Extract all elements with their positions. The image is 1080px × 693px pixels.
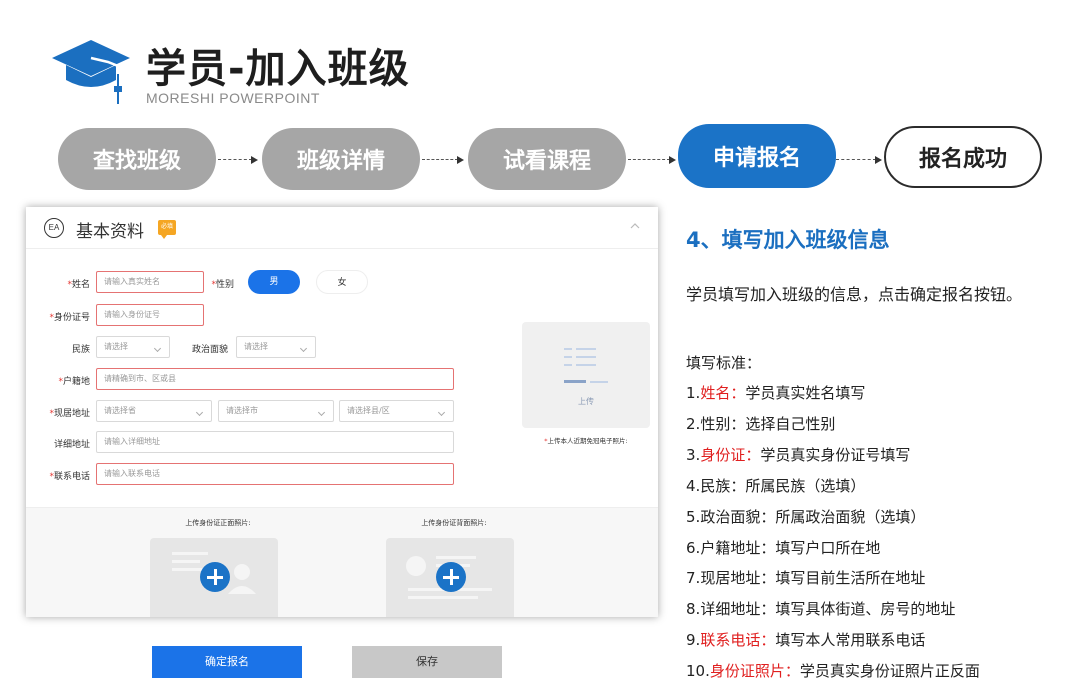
household-label: *户籍地: [58, 377, 90, 387]
chevron-up-icon[interactable]: [630, 221, 640, 231]
current-address-label: *现居地址: [49, 409, 90, 419]
political-status-label: 政治面貌: [191, 345, 228, 355]
graduation-cap-icon: [52, 40, 130, 104]
detail-address-input[interactable]: 请输入详细地址: [96, 431, 454, 453]
submit-registration-button[interactable]: 确定报名: [152, 646, 302, 678]
standard-item: 2.性别：选择自己性别: [686, 414, 836, 433]
standard-item: 9.联系电话：填写本人常用联系电话: [686, 631, 926, 650]
phone-label: *联系电话: [49, 472, 90, 482]
photo-upload-box[interactable]: 上传: [522, 322, 650, 428]
standard-item: 5.政治面貌：所属政治面貌（选填）: [686, 507, 926, 526]
add-icon: [200, 562, 230, 592]
district-select[interactable]: 请选择县/区: [339, 400, 454, 422]
gender-male-option[interactable]: 男: [248, 270, 300, 294]
section-title: 基本资料: [76, 222, 144, 242]
id-number-label: *身份证号: [49, 313, 90, 323]
gender-female-option[interactable]: 女: [316, 270, 368, 294]
political-status-select[interactable]: 请选择: [236, 336, 316, 358]
step-trial-course: 试看课程: [468, 128, 626, 190]
required-badge: 必填: [158, 220, 176, 239]
standards-list: 1.姓名：学员真实姓名填写 2.性别：选择自己性别 3.身份证：学员真实身份证号…: [686, 378, 1076, 687]
ethnicity-label: 民族: [71, 345, 90, 355]
step-class-detail: 班级详情: [262, 128, 420, 190]
step-arrow: [836, 156, 882, 164]
province-select[interactable]: 请选择省: [96, 400, 212, 422]
panel-heading: 4、填写加入班级信息: [686, 228, 890, 252]
card-header: EA 基本资料 必填: [26, 207, 658, 249]
id-front-label: 上传身份证正面照片:: [185, 519, 251, 527]
standard-item: 6.户籍地址：填写户口所在地: [686, 538, 881, 557]
standard-item: 10.身份证照片：学员真实身份证照片正反面: [686, 662, 980, 681]
ethnicity-select[interactable]: 请选择: [96, 336, 170, 358]
step-arrow: [628, 156, 676, 164]
standards-title: 填写标准：: [686, 354, 762, 372]
city-select[interactable]: 请选择市: [218, 400, 334, 422]
basic-info-card: EA 基本资料 必填 *姓名 请输入真实姓名 *性别 男 女 *身份证号 请输入…: [26, 207, 658, 617]
standard-item: 1.姓名：学员真实姓名填写: [686, 384, 866, 402]
id-number-input[interactable]: 请输入身份证号: [96, 304, 204, 326]
id-photo-section: 上传身份证正面照片: 上传身份证背面照片:: [26, 507, 658, 617]
page-title: 学员-加入班级: [146, 46, 410, 92]
id-back-upload[interactable]: [386, 538, 514, 617]
id-front-upload[interactable]: [150, 538, 278, 617]
step-arrow: [422, 156, 464, 164]
standard-item: 4.民族：所属民族（选填）: [686, 476, 866, 495]
document-icon: [564, 348, 608, 383]
photo-upload-label: 上传: [578, 397, 594, 406]
save-button[interactable]: 保存: [352, 646, 502, 678]
add-icon: [436, 562, 466, 592]
panel-description: 学员填写加入班级的信息，点击确定报名按钮。: [686, 285, 1023, 304]
standard-item: 3.身份证：学员真实身份证号填写: [686, 445, 911, 464]
standard-item: 8.详细地址：填写具体街道、房号的地址: [686, 600, 956, 619]
step-arrow: [218, 156, 258, 164]
step-find-class: 查找班级: [58, 128, 216, 190]
photo-note: *上传本人近期免冠电子照片:: [544, 437, 628, 445]
step-apply: 申请报名: [678, 124, 836, 188]
phone-input[interactable]: 请输入联系电话: [96, 463, 454, 485]
household-input[interactable]: 请精确到市、区或县: [96, 368, 454, 390]
profile-icon: EA: [44, 218, 64, 238]
step-success: 报名成功: [884, 126, 1042, 188]
detail-address-label: 详细地址: [53, 440, 90, 450]
page-subtitle: MORESHI POWERPOINT: [146, 90, 320, 106]
name-label: *姓名: [67, 280, 90, 290]
gender-label: *性别: [211, 280, 234, 290]
standard-item: 7.现居地址：填写目前生活所在地址: [686, 569, 926, 588]
id-back-label: 上传身份证背面照片:: [421, 519, 487, 527]
